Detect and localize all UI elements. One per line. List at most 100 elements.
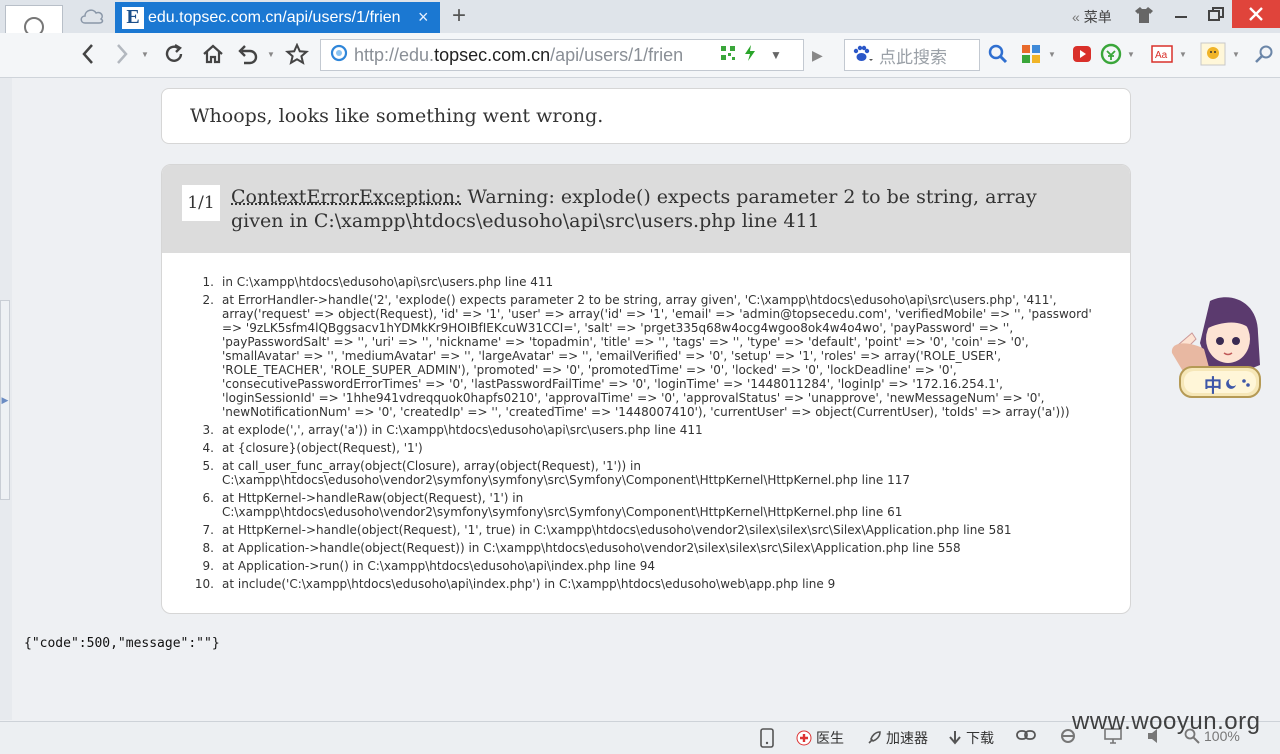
- search-button[interactable]: [988, 44, 1008, 69]
- trace-line: => '9zLK5sfm4lQBggsacv1hYDMkKr9HOIBfIEKc…: [222, 321, 1014, 335]
- svg-text:Aa: Aa: [1155, 50, 1168, 61]
- stack-trace-item: 1. in C:\xampp\htdocs\edusoho\api\src\use…: [182, 275, 1102, 289]
- trace-text: at Application->handle(object(Request)) …: [222, 541, 961, 555]
- trace-text: at ErrorHandler->handle('2', 'explode() …: [214, 293, 1102, 419]
- trace-text: at call_user_func_array(object(Closure),…: [214, 459, 1102, 487]
- trace-number: 1.: [202, 275, 214, 289]
- exception-title: ContextErrorException: Warning: explode(…: [231, 185, 1091, 233]
- tab-title: edu.topsec.com.cn/api/users/1/frien: [148, 8, 401, 26]
- trace-number: 2.: [202, 293, 214, 307]
- search-placeholder: 点此搜索: [879, 47, 947, 67]
- trace-text: at HttpKernel->handle(object(Request), '…: [222, 523, 1012, 537]
- medical-cross-icon: [796, 730, 812, 746]
- rocket-icon: [868, 731, 881, 744]
- back-button[interactable]: [78, 43, 98, 65]
- navigation-toolbar: ▼ ▼ http://edu.topsec.com.cn/api/users/1…: [0, 33, 1280, 78]
- stack-trace-item: 3. at explode(',', array('a')) in C:\xamp…: [182, 423, 1102, 437]
- extension-icon[interactable]: [1200, 42, 1226, 66]
- undo-dropdown-icon[interactable]: ▼: [266, 43, 276, 65]
- stack-trace-item: 4. at {closure}(object(Request), '1'): [182, 441, 1102, 455]
- zoom-search-icon[interactable]: [1254, 43, 1274, 65]
- stack-trace-item: 6. at HttpKernel->handleRaw(object(Reques…: [182, 491, 1102, 519]
- stack-trace-item: 8. at Application->handle(object(Request)…: [182, 541, 1102, 555]
- shield-dropdown-icon[interactable]: ▼: [1127, 43, 1135, 65]
- tab-active[interactable]: E edu.topsec.com.cn/api/users/1/frien ×: [115, 2, 440, 33]
- download-label: 下载: [966, 730, 994, 746]
- new-tab-button[interactable]: +: [452, 2, 466, 30]
- site-security-icon: [330, 44, 348, 67]
- history-dropdown-icon[interactable]: ▼: [140, 43, 150, 65]
- favorite-button[interactable]: [284, 43, 310, 65]
- undo-close-tab-button[interactable]: [235, 43, 261, 65]
- speed-mode-icon[interactable]: [744, 44, 756, 67]
- refresh-icon: [165, 43, 183, 62]
- url-path: /api/users/1/frien: [550, 44, 684, 65]
- close-window-button[interactable]: [1232, 0, 1280, 28]
- cloud-icon[interactable]: [78, 6, 106, 31]
- translate-icon[interactable]: Aa: [1151, 43, 1173, 65]
- arrow-right-icon: [117, 44, 128, 64]
- trace-text: at HttpKernel->handleRaw(object(Request)…: [214, 491, 1102, 519]
- site-favicon-icon: E: [122, 6, 144, 29]
- stack-trace-item: 7. at HttpKernel->handle(object(Request),…: [182, 523, 1102, 537]
- accelerator-label: 加速器: [886, 730, 928, 746]
- baidu-paw-icon[interactable]: [851, 45, 873, 66]
- url-scheme: http://edu.: [354, 44, 435, 65]
- watermark-text: www.wooyun.org: [1072, 708, 1261, 735]
- trace-number: 3.: [202, 423, 214, 437]
- trace-number: 8.: [202, 541, 214, 555]
- trace-line: 'newNotificationNum' => '0', 'createdIp'…: [222, 405, 1070, 419]
- extension-dropdown-icon[interactable]: ▼: [1232, 43, 1240, 65]
- download-arrow-icon: [949, 731, 961, 745]
- video-icon[interactable]: [1072, 43, 1092, 65]
- trace-line: 'ROLE_TEACHER', 'ROLE_SUPER_ADMIN'), 'pr…: [222, 363, 957, 377]
- url-host: topsec.com.cn: [434, 44, 551, 65]
- trace-line: at ErrorHandler->handle('2', 'explode() …: [222, 293, 1057, 307]
- trace-line: 'consecutivePasswordErrorTimes' => '0', …: [222, 377, 1003, 391]
- apps-dropdown-icon[interactable]: ▼: [1048, 43, 1056, 65]
- shield-icon[interactable]: [1100, 43, 1122, 65]
- trace-text: in C:\xampp\htdocs\edusoho\api\src\users…: [222, 275, 554, 289]
- home-button[interactable]: [201, 43, 225, 65]
- restore-button[interactable]: [1205, 4, 1227, 24]
- mobile-icon[interactable]: [760, 728, 774, 748]
- url-text[interactable]: http://edu.topsec.com.cn/api/users/1/fri…: [354, 45, 712, 66]
- trace-line: 'smallAvatar' => '', 'mediumAvatar' => '…: [222, 349, 1002, 363]
- minimize-button[interactable]: [1170, 4, 1192, 24]
- accelerator-button[interactable]: 加速器: [866, 728, 928, 748]
- refresh-button[interactable]: [162, 43, 186, 65]
- apps-grid-icon[interactable]: [1020, 43, 1042, 65]
- search-input[interactable]: 点此搜索: [844, 39, 980, 71]
- link-icon[interactable]: [1016, 728, 1036, 742]
- trace-line: at call_user_func_array(object(Closure),…: [222, 459, 641, 473]
- trace-text: at Application->run() in C:\xampp\htdocs…: [222, 559, 656, 573]
- mascot-label: 中: [1204, 376, 1222, 396]
- forward-button[interactable]: [112, 43, 132, 65]
- skin-icon[interactable]: [1133, 6, 1155, 29]
- trace-line: at HttpKernel->handleRaw(object(Request)…: [222, 491, 524, 505]
- go-button[interactable]: ▶: [812, 47, 823, 64]
- exception-panel: 1/1 ContextErrorException: Warning: expl…: [161, 164, 1131, 614]
- download-button[interactable]: 下载: [948, 728, 994, 748]
- address-dropdown-icon[interactable]: ▼: [770, 48, 782, 62]
- main-menu-button[interactable]: « 菜单: [1072, 7, 1112, 27]
- trace-line: 'payPasswordSalt' => '', 'uri' => '', 'n…: [222, 335, 1029, 349]
- sidebar-toggle-handle[interactable]: ▶: [0, 300, 10, 500]
- arrow-left-icon: [82, 44, 93, 64]
- exception-counter: 1/1: [182, 185, 220, 221]
- trace-number: 4.: [202, 441, 214, 455]
- qr-code-icon[interactable]: [720, 45, 736, 66]
- stack-trace-item: 2. at ErrorHandler->handle('2', 'explode(…: [182, 293, 1102, 419]
- tab-bar: E edu.topsec.com.cn/api/users/1/frien × …: [0, 0, 1280, 63]
- trace-line: array('request' => object(Request), 'id'…: [222, 307, 1092, 321]
- tab-close-icon[interactable]: ×: [418, 7, 429, 28]
- stack-trace-item: 10. at include('C:\xampp\htdocs\edusoho\a…: [182, 577, 1102, 591]
- trace-number: 10.: [194, 577, 214, 591]
- address-bar[interactable]: http://edu.topsec.com.cn/api/users/1/fri…: [320, 39, 804, 71]
- trace-line: C:\xampp\htdocs\edusoho\vendor2\symfony\…: [222, 473, 911, 487]
- doctor-button[interactable]: 医生: [796, 728, 844, 748]
- search-icon: [988, 44, 1008, 64]
- assistant-mascot[interactable]: 中: [1170, 293, 1270, 401]
- stack-trace-list: 1. in C:\xampp\htdocs\edusoho\api\src\use…: [182, 275, 1102, 595]
- translate-dropdown-icon[interactable]: ▼: [1179, 43, 1187, 65]
